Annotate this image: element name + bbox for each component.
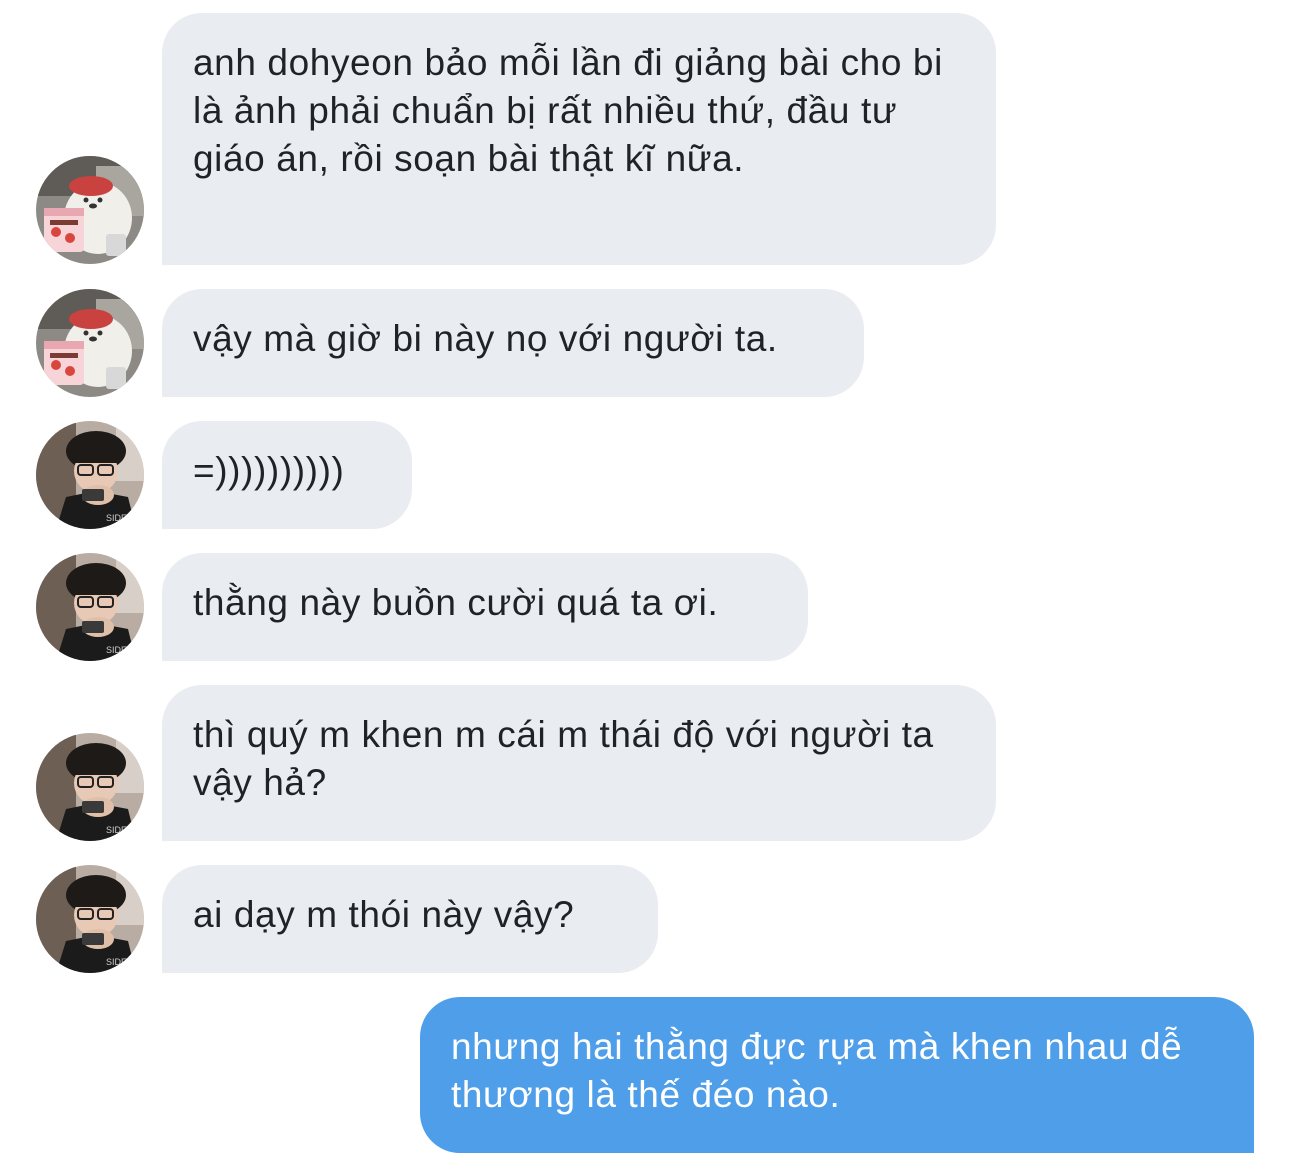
- bear-avatar-icon[interactable]: [36, 156, 144, 264]
- message-bubble[interactable]: anh dohyeon bảo mỗi lần đi giảng bài cho…: [162, 13, 996, 265]
- boy-avatar-icon[interactable]: [36, 421, 144, 529]
- message-bubble[interactable]: =)))))))))): [162, 421, 412, 529]
- message-bubble[interactable]: ai dạy m thói này vậy?: [162, 865, 658, 973]
- bear-avatar-icon[interactable]: [36, 289, 144, 397]
- message-bubble[interactable]: thằng này buồn cười quá ta ơi.: [162, 553, 808, 661]
- boy-avatar-icon[interactable]: [36, 865, 144, 973]
- boy-avatar-icon[interactable]: [36, 733, 144, 841]
- message-bubble[interactable]: thì quý m khen m cái m thái độ với người…: [162, 685, 996, 841]
- boy-avatar-icon[interactable]: [36, 553, 144, 661]
- outgoing-message-bubble[interactable]: nhưng hai thằng đực rựa mà khen nhau dễ …: [420, 997, 1254, 1153]
- message-bubble[interactable]: vậy mà giờ bi này nọ với người ta.: [162, 289, 864, 397]
